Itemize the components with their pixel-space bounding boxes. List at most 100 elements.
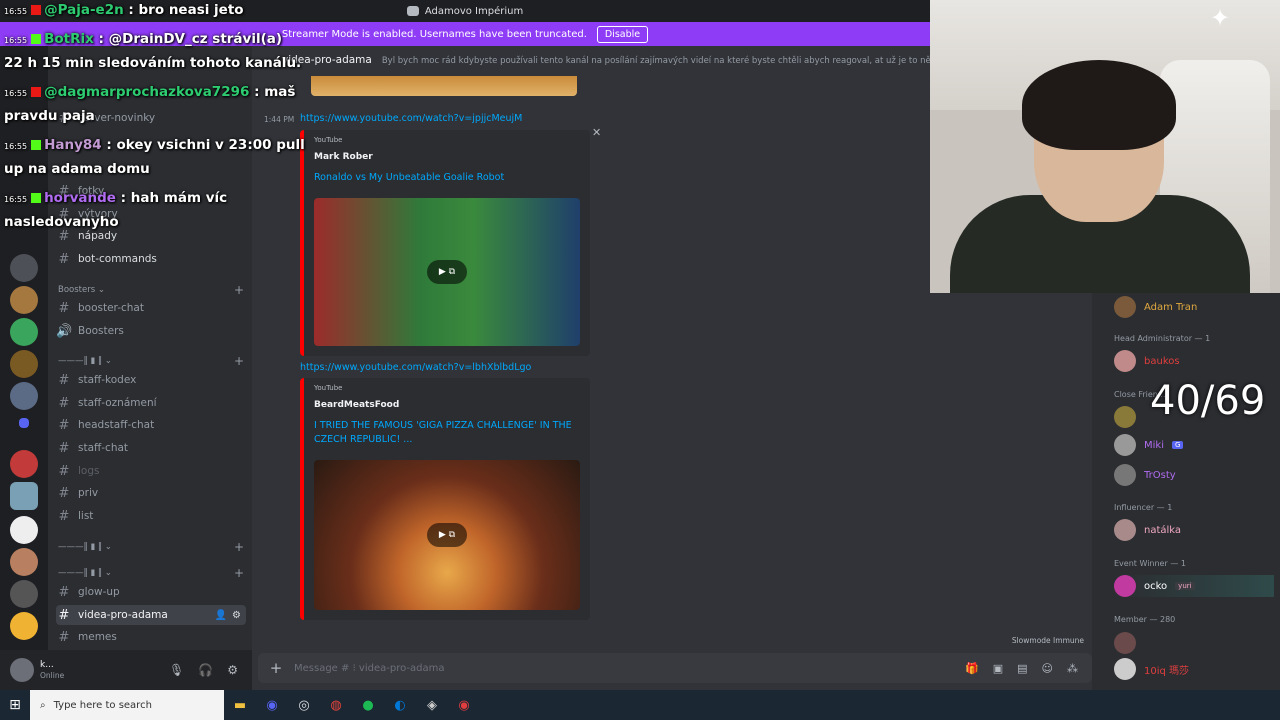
message-link[interactable]: https://www.youtube.com/watch?v=lbhXblbd… (300, 362, 531, 373)
overlay-chat-line: 16:55 BotRix : @DrainDV_cz strávil(a) (4, 31, 283, 47)
add-attachment-icon[interactable]: + (258, 659, 294, 677)
avatar (1114, 464, 1136, 486)
add-channel-icon[interactable]: + (234, 566, 244, 580)
member-group-header: Influencer — 1 (1114, 503, 1173, 512)
gif-icon[interactable]: ▣ (993, 662, 1003, 675)
channel-bot-commands[interactable]: # bot-commands (56, 249, 246, 269)
windows-start-icon[interactable]: ⊞ (0, 697, 30, 713)
emoji-icon[interactable]: ☺ (1042, 662, 1053, 675)
server-icon[interactable] (10, 482, 38, 510)
member-item[interactable] (1114, 406, 1144, 428)
channel-videa-pro-adama[interactable]: # videa-pro-adama 👤 ⚙ (56, 605, 246, 625)
member-item[interactable] (1114, 632, 1144, 654)
microphone-icon[interactable]: 🎙 (169, 663, 184, 677)
category-misc[interactable]: ———‖ ▮ ‖ ⌄ + (58, 566, 248, 580)
member-item[interactable]: 10iq 瑪莎 (1114, 658, 1189, 680)
server-icon[interactable] (10, 382, 38, 410)
gift-icon[interactable]: 🎁 (965, 662, 979, 675)
taskbar-search[interactable]: ⌕ Type here to search (30, 690, 224, 720)
category-collapsed[interactable]: ———‖ ▮ ‖ ⌄ + (58, 540, 248, 554)
channel-boosters-voice[interactable]: 🔊 Boosters (56, 321, 246, 341)
channel-logs[interactable]: # logs (56, 461, 246, 481)
sticker-icon[interactable]: ▤ (1017, 662, 1027, 675)
disable-button[interactable]: Disable (596, 25, 649, 43)
category-staff[interactable]: ———‖ ▮ ‖ ⌄ + (58, 354, 248, 368)
avatar (1114, 434, 1136, 456)
overlay-chat-line: pravdu paja (4, 108, 95, 124)
hash-icon: # (58, 440, 70, 456)
server-title: Adamovo Impérium (424, 5, 524, 17)
add-channel-icon[interactable]: + (234, 354, 244, 368)
avatar (1114, 350, 1136, 372)
member-group-header: Head Administrator — 1 (1114, 334, 1211, 343)
member-badge: G (1171, 441, 1184, 449)
embed-title[interactable]: I TRIED THE FAMOUS 'GIGA PIZZA CHALLENGE… (314, 419, 584, 448)
headphones-icon[interactable]: 🎧 (198, 663, 213, 677)
video-thumbnail[interactable]: ▶ ⧉ (314, 460, 580, 610)
folder-icon[interactable] (19, 418, 29, 428)
message-input[interactable]: Message # ⁝ videa-pro-adama (294, 663, 965, 674)
overlay-chat-line: 16:55 horvande : hah mám víc (4, 190, 228, 206)
channel-headstaff-chat[interactable]: # headstaff-chat (56, 415, 246, 435)
embed-author[interactable]: BeardMeatsFood (314, 400, 399, 410)
channel-memes[interactable]: # memes (56, 627, 246, 647)
member-item[interactable]: natálka (1114, 519, 1181, 541)
avatar[interactable] (10, 658, 34, 682)
overlay-chat-line: 16:55 @Paja-e2n : bro neasi jeto (4, 2, 244, 18)
app-icon[interactable]: ◉ (448, 690, 480, 720)
server-icon[interactable] (10, 286, 38, 314)
category-boosters[interactable]: Boosters ⌄ + (58, 283, 248, 297)
member-item[interactable]: Adam Tran (1114, 296, 1197, 318)
play-icon[interactable]: ▶ ⧉ (427, 260, 467, 284)
discord-taskbar-icon[interactable]: ◉ (256, 690, 288, 720)
play-icon[interactable]: ▶ ⧉ (427, 523, 467, 547)
server-icon[interactable] (10, 350, 38, 378)
overlay-chat-line: nasledovanyho (4, 214, 119, 230)
add-member-icon[interactable]: 👤 (215, 610, 227, 621)
embed-title[interactable]: Ronaldo vs My Unbeatable Goalie Robot (314, 171, 584, 185)
server-icon[interactable] (10, 254, 38, 282)
channel-priv[interactable]: # priv (56, 483, 246, 503)
member-item[interactable]: baukos (1114, 350, 1180, 372)
chrome-icon[interactable]: ◍ (320, 690, 352, 720)
goal-counter: 40/69 (1150, 378, 1266, 424)
server-icon[interactable] (10, 548, 38, 576)
member-item[interactable]: TrOsty (1114, 464, 1176, 486)
server-icon[interactable] (10, 318, 38, 346)
user-info[interactable]: k... Online (40, 660, 64, 680)
file-explorer-icon[interactable]: ▬ (224, 690, 256, 720)
channel-staff-chat[interactable]: # staff-chat (56, 438, 246, 458)
obs-icon[interactable]: ◎ (288, 690, 320, 720)
add-channel-icon[interactable]: + (234, 540, 244, 554)
app-icon[interactable]: ◈ (416, 690, 448, 720)
server-icon[interactable] (10, 580, 38, 608)
category-decoration: ———‖ ▮ ‖ ⌄ (58, 542, 112, 552)
server-icon[interactable] (10, 450, 38, 478)
previous-embed-thumbnail[interactable] (311, 76, 577, 96)
gear-icon[interactable]: ⚙ (227, 663, 238, 677)
badge-icon (31, 193, 42, 203)
badge-icon (31, 5, 42, 15)
member-item[interactable]: Miki G (1114, 434, 1184, 456)
apps-icon[interactable]: ⁂ (1067, 662, 1078, 675)
video-thumbnail[interactable]: ▶ ⧉ (314, 198, 580, 346)
server-icon[interactable] (10, 612, 38, 640)
gear-icon[interactable]: ⚙ (232, 610, 241, 621)
add-channel-icon[interactable]: + (234, 283, 244, 297)
spotify-icon[interactable]: ● (352, 690, 384, 720)
channel-topic[interactable]: Byl bych moc rád kdybyste používali tent… (382, 54, 971, 66)
banner-text: Streamer Mode is enabled. Usernames have… (281, 28, 587, 40)
message-link[interactable]: https://www.youtube.com/watch?v=jpjjcMeu… (300, 113, 522, 124)
embed-author[interactable]: Mark Rober (314, 152, 373, 162)
channel-booster-chat[interactable]: # booster-chat (56, 298, 246, 318)
channel-glow-up[interactable]: # glow-up (56, 582, 246, 602)
server-icon[interactable] (10, 516, 38, 544)
edge-icon[interactable]: ◐ (384, 690, 416, 720)
member-item[interactable]: ocko yuri (1114, 575, 1274, 597)
channel-list[interactable]: # list (56, 506, 246, 526)
close-icon[interactable]: ✕ (592, 126, 601, 139)
channel-staff-kodex[interactable]: # staff-kodex (56, 370, 246, 390)
speaker-icon: 🔊 (56, 323, 73, 339)
hash-icon: # (58, 463, 70, 479)
channel-staff-oznameni[interactable]: # staff-oznámení (56, 393, 246, 413)
